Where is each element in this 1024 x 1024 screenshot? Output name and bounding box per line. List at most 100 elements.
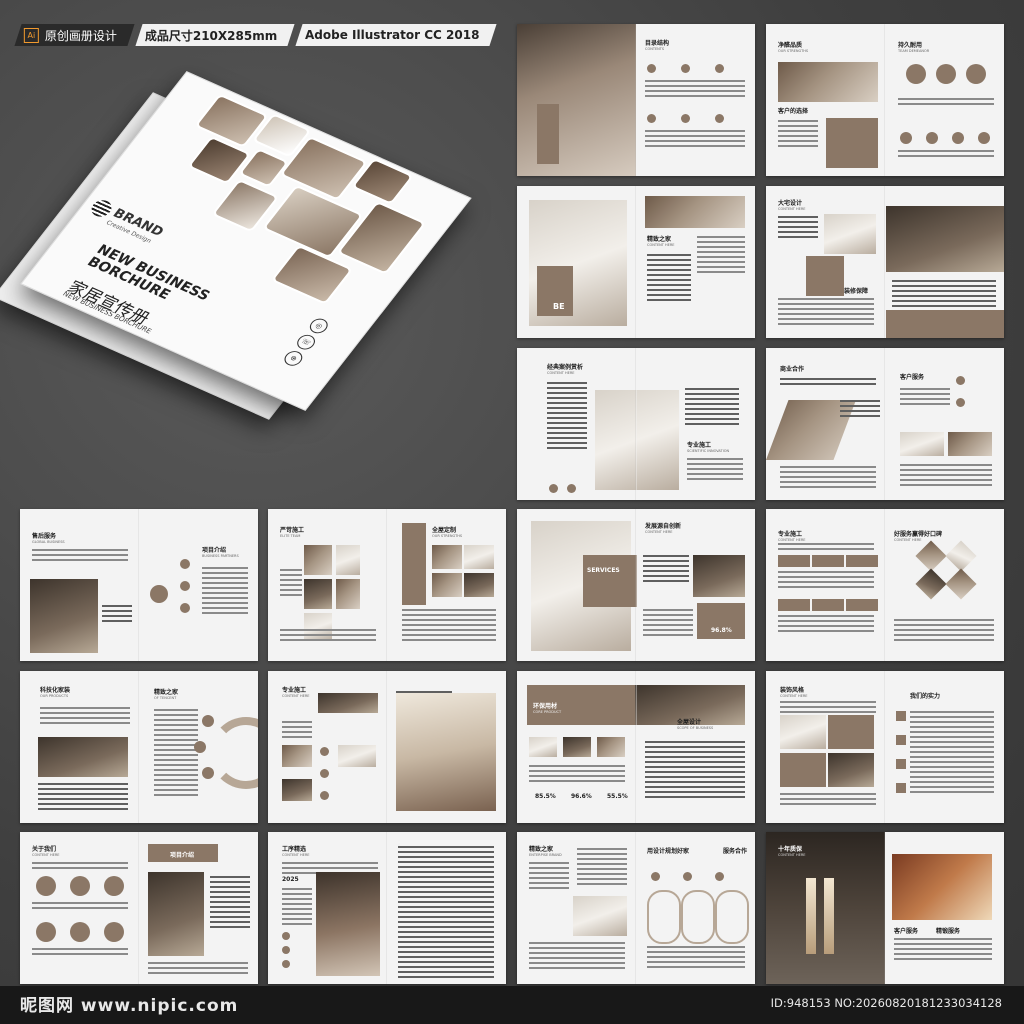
speech-bubble <box>778 599 810 611</box>
spread-photo <box>464 573 494 597</box>
team-avatar <box>966 64 986 84</box>
heading-sub: SCOPE OF BUSINESS <box>677 726 714 730</box>
heading-text: 环保用材 <box>533 703 558 710</box>
spread-photo <box>886 206 1004 272</box>
spread-heading: 环保用材 CORE PRODUCT <box>533 701 561 714</box>
heading-text: 全屋设计 <box>677 719 702 726</box>
text-lines <box>687 458 743 483</box>
spread-heading: 全屋设计 SCOPE OF BUSINESS <box>677 717 713 730</box>
spread-photo <box>338 745 376 767</box>
text-lines <box>894 619 994 644</box>
diamond-photo <box>915 540 947 572</box>
item-icon <box>647 64 656 73</box>
original-design-badge: Ai 原创画册设计 <box>14 24 135 46</box>
stat-percent: 96.6% <box>571 793 592 800</box>
feature-icon <box>70 876 90 896</box>
heading-sub: CONTENT HERE <box>282 853 310 857</box>
size-label: 成品尺寸210X285mm <box>145 28 278 43</box>
heading-sub: CONTENT HERE <box>778 853 806 857</box>
spread-heading: 净醛品质 OUR STRENGTHS <box>778 40 808 53</box>
speech-bubble <box>812 599 844 611</box>
spread-heading: 目录结构 CONTENTS <box>645 38 669 51</box>
spread-photo <box>563 737 591 757</box>
heading-text: 专业施工 <box>282 687 307 694</box>
team-avatar <box>926 132 938 144</box>
spread-pro-construction: 专业施工 CONTENT HERE <box>268 671 506 823</box>
spread-photo <box>597 737 625 757</box>
heading-sub: CONTENT HERE <box>647 243 675 247</box>
services-label: SERVICES <box>587 567 620 574</box>
brown-block <box>780 753 826 787</box>
capsule-graphic <box>647 890 681 944</box>
speech-bubble <box>812 555 844 567</box>
heading-sub: CONTENT HERE <box>282 694 310 698</box>
spread-photo <box>595 390 679 490</box>
spread-heading: 售后服务 GLOBAL BUSINESS <box>32 531 65 544</box>
item-icon <box>715 872 724 881</box>
spread-contents: 目录结构 CONTENTS <box>517 24 755 176</box>
spread-photo <box>148 872 204 956</box>
text-lines <box>780 378 876 388</box>
service-icon <box>150 585 168 603</box>
spread-quality: 净醛品质 OUR STRENGTHS 客户的选择 持久耐用 TEAM DEMEANO… <box>766 24 1004 176</box>
bullet-block <box>896 711 906 721</box>
item-icon <box>715 114 724 123</box>
spread-photo <box>336 545 360 575</box>
spread-heading: 科技化家装 OUR PRODUCTS <box>40 685 70 698</box>
spread-photo <box>38 737 128 777</box>
text-lines <box>645 741 745 801</box>
heading-text: 科技化家装 <box>40 687 71 694</box>
text-lines <box>577 848 627 888</box>
heading-sub: GLOBAL BUSINESS <box>32 540 65 544</box>
header-badges: Ai 原创画册设计 成品尺寸210X285mm Adobe Illustrator… <box>14 24 498 46</box>
size-badge: 成品尺寸210X285mm <box>135 24 295 46</box>
spread-photo <box>517 24 636 176</box>
item-icon <box>320 769 329 778</box>
speech-bubble <box>778 555 810 567</box>
brown-block <box>583 555 637 607</box>
feature-icon <box>70 922 90 942</box>
text-lines <box>898 150 994 160</box>
text-lines <box>780 701 876 716</box>
text-lines <box>210 876 250 931</box>
spread-heading: 工序精选 CONTENT HERE <box>282 844 310 857</box>
spread-photo <box>304 545 332 575</box>
heading-sub: TEAM DEMEANOR <box>898 49 930 53</box>
spread-photo <box>892 854 992 920</box>
bullet-block <box>896 735 906 745</box>
spread-heading: 用设计规划好家 <box>647 848 690 855</box>
spread-photo <box>573 896 627 936</box>
spread-heading: 专业施工 CONTENT HERE <box>778 529 806 542</box>
text-lines <box>529 765 625 785</box>
bullet-block <box>896 759 906 769</box>
capsule-graphic <box>681 890 715 944</box>
text-lines <box>778 543 874 553</box>
spread-heading: 我们的实力 <box>910 693 941 700</box>
spread-reputation: 专业施工 CONTENT HERE 好服务赢得好口碑 CONTENT HERE <box>766 509 1004 661</box>
heading-text: 持久耐用 <box>898 42 923 49</box>
heading-text: 精致之家 <box>154 689 179 696</box>
spread-photo <box>432 545 462 569</box>
heading-sub: CONTENT HERE <box>778 207 806 211</box>
service-icon <box>180 581 190 591</box>
spread-photo <box>824 214 876 254</box>
item-icon <box>320 791 329 800</box>
original-design-label: 原创画册设计 <box>45 28 118 43</box>
light-panel <box>824 878 834 954</box>
team-avatar <box>936 64 956 84</box>
text-lines <box>280 569 302 599</box>
image-id: ID:948153 NO:20260820181233034128 <box>770 996 1002 1010</box>
spread-process: 工序精选 CONTENT HERE 2025 <box>268 832 506 984</box>
text-lines <box>102 605 132 625</box>
text-lines <box>898 98 994 108</box>
heading-sub: ELITE TEAM <box>280 534 301 538</box>
text-lines <box>202 567 248 617</box>
heading-sub: ENTERPISE BRAND <box>529 853 562 857</box>
heading-text: 大宅设计 <box>778 200 803 207</box>
text-lines <box>780 466 876 491</box>
heading-text: 经典案例赏析 <box>547 364 584 371</box>
heading-text: 客户的选择 <box>778 108 809 115</box>
stat-percent: 96.8% <box>711 627 732 634</box>
text-lines <box>894 938 992 963</box>
software-badge: Adobe Illustrator CC 2018 <box>295 24 498 46</box>
